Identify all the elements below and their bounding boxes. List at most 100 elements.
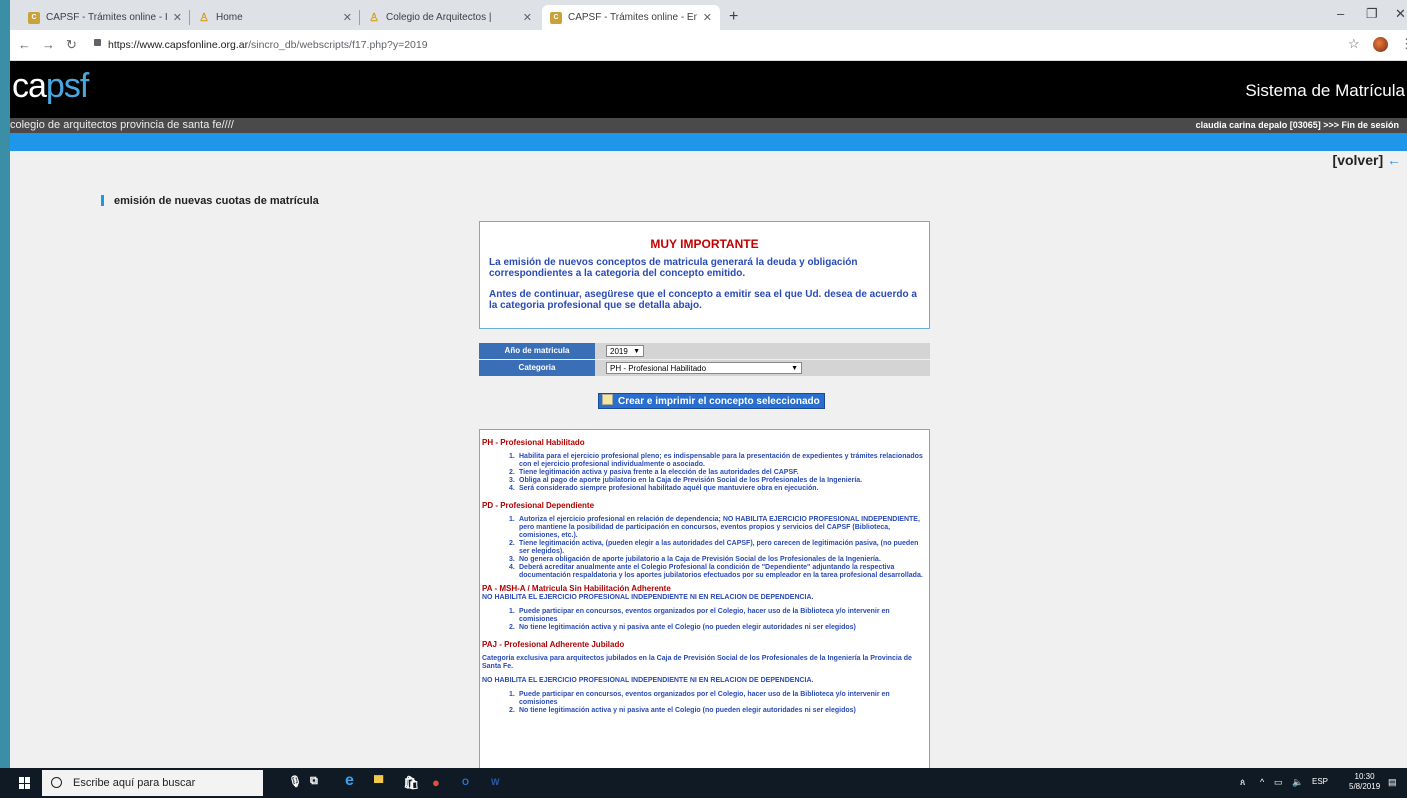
institution-name: colegio de arquitectos provincia de sant… [10,119,234,131]
tab-strip: C CAPSF - Trámites online - Inicio d ✕ ♙… [10,0,1407,30]
year-row: Año de matricula 2019 ▼ [479,343,930,359]
user-session-link[interactable]: claudia carina depalo [03065] >>> Fin de… [1196,120,1399,130]
ph-list: 1. Habilita para el ejercicio profesional… [509,453,924,493]
dropdown-arrow-icon: ▼ [791,365,798,372]
menu-icon[interactable]: ⋮ [1400,36,1407,52]
year-select[interactable]: 2019 ▼ [606,345,644,357]
tab-title: CAPSF - Trámites online - Emisió [568,12,697,23]
notice-title: MUY IMPORTANTE [650,237,759,251]
cortana-icon [51,777,62,788]
tab-colegio[interactable]: ♙ Colegio de Arquitectos | ✕ [360,5,540,30]
list-item: 2. Tiene legitimación activa y pasiva fre… [509,469,799,476]
dropdown-arrow-icon: ▼ [633,348,640,355]
category-title-ph: PH - Profesional Habilitado [482,438,585,447]
pa-note: NO HABILITA EL EJERCICIO PROFESIONAL IND… [482,594,814,601]
volume-icon[interactable]: 🔈 [1292,777,1303,788]
address-bar[interactable]: https://www.capsfonline.org.ar/sincro_db… [108,39,428,51]
list-item: 1. Autoriza el ejercicio profesional en r… [509,516,920,539]
list-item: 2. No tiene legitimación activa y ni pasi… [509,707,856,714]
tab-emision[interactable]: C CAPSF - Trámites online - Emisió ✕ [542,5,720,30]
file-explorer-icon[interactable]: ▀ [374,775,383,790]
outlook-icon[interactable]: O [462,777,469,787]
category-descriptions: PH - Profesional Habilitado 1. Habilita p… [479,429,930,768]
tray-chevron-icon[interactable]: ^ [1260,777,1264,787]
lamp-favicon-icon: ♙ [199,11,209,24]
network-icon[interactable]: ▭ [1274,777,1283,788]
minimize-icon[interactable]: – [1337,6,1344,21]
new-tab-button[interactable]: + [729,8,738,26]
tab-title: Colegio de Arquitectos | [386,12,492,23]
word-icon[interactable]: W [491,777,500,787]
category-title-paj: PAJ - Profesional Adherente Jubilado [482,640,625,649]
chrome-icon[interactable]: ● [432,775,440,790]
edge-icon[interactable]: e [345,772,354,790]
category-row: Categoria PH - Profesional Habilitado ▼ [479,360,930,376]
notifications-icon[interactable]: ▤ [1388,777,1397,788]
tab-home[interactable]: ♙ Home ✕ [190,5,360,30]
list-item: 2. Tiene legitimación activa, (pueden ele… [509,540,919,555]
windows-start-icon[interactable] [19,777,31,789]
create-print-button[interactable]: Crear e imprimir el concepto seleccionad… [598,393,825,409]
list-item: 3. Obliga al pago de aporte jubilatorio e… [509,477,863,484]
document-icon [602,394,613,405]
category-label: Categoria [479,360,595,376]
lamp-favicon-icon: ♙ [369,11,379,24]
section-marker [101,195,104,206]
list-item: 1. Puede participar en concursos, eventos… [509,691,890,706]
store-icon[interactable]: 🛍 [403,775,420,791]
back-icon[interactable]: ← [18,37,31,52]
close-tab-icon[interactable]: ✕ [343,11,352,24]
capsf-favicon-icon: C [550,11,562,24]
tab-title: Home [216,12,243,23]
browser-toolbar: ← → ↻ https://www.capsfonline.org.ar/sin… [10,30,1407,61]
list-item: 4. Deberá acreditar anualmente ante el Co… [509,564,923,579]
profile-avatar[interactable] [1373,37,1388,52]
paj-list: 1. Puede participar en concursos, eventos… [509,691,924,715]
close-tab-icon[interactable]: ✕ [523,11,532,24]
category-title-pa: PA - MSH-A / Matricula Sin Habilitación … [482,584,671,593]
task-view-icon[interactable]: ⧉ [310,775,318,788]
list-item: 3. No genera obligación de aporte jubilat… [509,556,881,563]
capsf-favicon-icon: C [28,11,40,24]
lock-icon [94,39,101,46]
notice-paragraph-1: La emisión de nuevos conceptos de matric… [489,257,858,279]
bookmark-star-icon[interactable]: ☆ [1348,36,1360,52]
close-tab-icon[interactable]: ✕ [703,11,712,24]
clock[interactable]: 10:30 5/8/2019 [1349,772,1380,792]
year-label: Año de matricula [479,343,595,359]
category-select[interactable]: PH - Profesional Habilitado ▼ [606,362,802,374]
notice-paragraph-2: Antes de continuar, asegürese que el con… [489,289,917,311]
microphone-icon[interactable]: 🎙 [288,775,302,788]
list-item: 1. Puede participar en concursos, eventos… [509,608,890,623]
blue-band [10,133,1407,151]
close-window-icon[interactable]: ✕ [1395,6,1406,22]
list-item: 1. Habilita para el ejercicio profesional… [509,453,923,468]
list-item: 4. Será considerado siempre profesional h… [509,485,819,492]
tab-inicio[interactable]: C CAPSF - Trámites online - Inicio d ✕ [20,5,190,30]
windows-taskbar: Escribe aquí para buscar 🎙 ⧉ e ▀ 🛍 ● O W… [0,768,1407,798]
paj-description: Categoría exclusiva para arquitectos jub… [482,655,912,670]
back-arrow-icon: ← [1387,152,1401,168]
volver-link[interactable]: [volver] ← [1333,152,1401,168]
language-indicator[interactable]: ESP [1312,777,1328,786]
browser-window: C CAPSF - Trámites online - Inicio d ✕ ♙… [10,0,1407,768]
close-tab-icon[interactable]: ✕ [173,11,182,24]
important-notice: MUY IMPORTANTE La emisión de nuevos conc… [479,221,930,329]
category-title-pd: PD - Profesional Dependiente [482,501,595,510]
list-item: 2. No tiene legitimación activa y ni pasi… [509,624,856,631]
tab-title: CAPSF - Trámites online - Inicio d [46,12,167,23]
forward-icon[interactable]: → [42,37,55,52]
people-icon[interactable]: ጰ [1240,777,1245,788]
pa-list: 1. Puede participar en concursos, eventos… [509,608,924,632]
sub-header: colegio de arquitectos provincia de sant… [10,118,1407,133]
site-header: capsf Sistema de Matrícula [10,61,1407,118]
paj-note: NO HABILITA EL EJERCICIO PROFESIONAL IND… [482,677,814,684]
capsf-logo: capsf [12,67,89,105]
system-title: Sistema de Matrícula [1245,81,1405,100]
section-title: emisión de nuevas cuotas de matrícula [101,195,319,207]
maximize-icon[interactable]: ❐ [1366,6,1378,22]
taskbar-search[interactable]: Escribe aquí para buscar [42,770,263,796]
pd-list: 1. Autoriza el ejercicio profesional en r… [509,516,924,580]
reload-icon[interactable]: ↻ [66,37,77,53]
emission-form: Año de matricula 2019 ▼ Categoria PH - Pr… [479,343,930,377]
